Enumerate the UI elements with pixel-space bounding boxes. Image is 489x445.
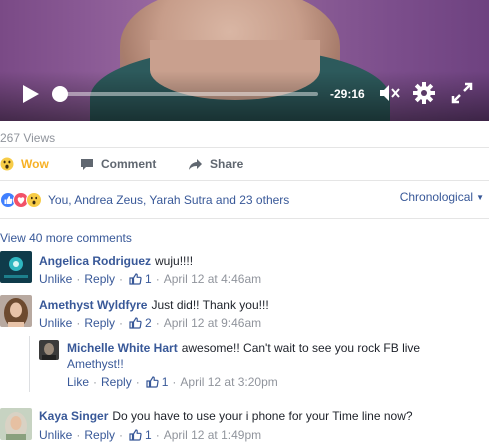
comment-timestamp[interactable]: April 12 at 3:20pm xyxy=(180,375,277,389)
avatar[interactable] xyxy=(0,251,32,283)
comment: Angelica Rodriguez wuju!!!! Unlike · Repl… xyxy=(0,251,489,291)
wow-icon xyxy=(26,192,42,208)
comment-text-mention[interactable]: Amethyst!! xyxy=(67,356,124,372)
avatar[interactable] xyxy=(0,408,32,440)
comment-timestamp[interactable]: April 12 at 1:49pm xyxy=(164,428,261,442)
separator: · xyxy=(76,272,81,286)
view-more-comments-link[interactable]: View 40 more comments xyxy=(0,231,132,245)
comment-timestamp[interactable]: April 12 at 4:46am xyxy=(164,272,261,286)
caret-down-icon: ▼ xyxy=(476,192,484,202)
comment-body: Kaya Singer Do you have to use your i pho… xyxy=(39,408,413,424)
comment-text: wuju!!!! xyxy=(155,254,194,268)
reply-comment: Michelle White Hart awesome!! Can't wait … xyxy=(0,340,489,392)
separator: · xyxy=(93,375,98,389)
like-count[interactable]: 1 xyxy=(145,272,152,286)
comment-meta: Unlike · Reply · 2 · April 12 at 9:46am xyxy=(39,316,261,330)
play-icon[interactable] xyxy=(22,84,40,104)
separator: · xyxy=(119,316,124,330)
divider xyxy=(0,218,489,219)
like-link[interactable]: Like xyxy=(67,375,89,389)
like-count[interactable]: 2 xyxy=(145,316,152,330)
sort-dropdown[interactable]: Chronological ▼ xyxy=(400,190,484,204)
separator: · xyxy=(119,272,124,286)
seek-bar[interactable] xyxy=(58,92,318,96)
comment-author[interactable]: Kaya Singer xyxy=(39,409,108,423)
action-bar: Wow Comment Share xyxy=(0,154,489,174)
view-count: 267 Views xyxy=(0,131,56,145)
separator: · xyxy=(155,316,160,330)
comment-author[interactable]: Michelle White Hart xyxy=(67,341,178,355)
comment-text: Do you have to use your i phone for your… xyxy=(112,409,413,423)
like-count-icon xyxy=(129,429,142,441)
separator: · xyxy=(172,375,177,389)
separator: · xyxy=(76,316,81,330)
avatar[interactable] xyxy=(0,295,32,327)
like-count-icon xyxy=(129,273,142,285)
comment-timestamp[interactable]: April 12 at 9:46am xyxy=(164,316,261,330)
wow-reaction-button[interactable]: Wow xyxy=(0,154,49,174)
mute-icon[interactable] xyxy=(378,82,400,104)
comment-meta: Unlike · Reply · 1 · April 12 at 1:49pm xyxy=(39,428,261,442)
comment-icon xyxy=(81,158,93,170)
comment: Amethyst Wyldfyre Just did!! Thank you!!!… xyxy=(0,295,489,335)
comment-author[interactable]: Angelica Rodriguez xyxy=(39,254,151,268)
separator: · xyxy=(119,428,124,442)
comment-meta: Unlike · Reply · 1 · April 12 at 4:46am xyxy=(39,272,261,286)
comment-text: awesome!! Can't wait to see you rock FB … xyxy=(181,341,421,355)
wow-label: Wow xyxy=(21,157,49,171)
unlike-link[interactable]: Unlike xyxy=(39,428,72,442)
comment-body: Amethyst Wyldfyre Just did!! Thank you!!! xyxy=(39,297,269,313)
sort-label: Chronological xyxy=(399,190,474,204)
comment-label: Comment xyxy=(101,157,157,171)
reply-link[interactable]: Reply xyxy=(84,272,115,286)
like-count-icon xyxy=(129,317,142,329)
comment-button[interactable]: Comment xyxy=(80,154,156,174)
reaction-names[interactable]: You, Andrea Zeus, Yarah Sutra and 23 oth… xyxy=(48,193,289,207)
time-remaining: -29:16 xyxy=(330,87,365,101)
fullscreen-icon[interactable] xyxy=(451,82,473,104)
reactions-summary[interactable]: You, Andrea Zeus, Yarah Sutra and 23 oth… xyxy=(0,190,489,210)
divider xyxy=(0,147,489,148)
like-count[interactable]: 1 xyxy=(162,375,169,389)
like-count-icon xyxy=(146,376,159,388)
video-player[interactable]: -29:16 xyxy=(0,0,489,121)
avatar[interactable] xyxy=(39,340,59,360)
wow-icon xyxy=(0,157,14,171)
share-arrow-icon xyxy=(189,158,202,170)
separator: · xyxy=(76,428,81,442)
unlike-link[interactable]: Unlike xyxy=(39,316,72,330)
reply-link[interactable]: Reply xyxy=(84,316,115,330)
comment-body: Angelica Rodriguez wuju!!!! xyxy=(39,253,193,269)
share-button[interactable]: Share xyxy=(188,154,243,174)
reply-link[interactable]: Reply xyxy=(84,428,115,442)
comment-meta: Like · Reply · 1 · April 12 at 3:20pm xyxy=(67,375,278,389)
comment-body: Michelle White Hart awesome!! Can't wait … xyxy=(67,340,420,356)
separator: · xyxy=(155,428,160,442)
unlike-link[interactable]: Unlike xyxy=(39,272,72,286)
divider xyxy=(0,180,489,181)
reply-link[interactable]: Reply xyxy=(101,375,132,389)
like-count[interactable]: 1 xyxy=(145,428,152,442)
comment-author[interactable]: Amethyst Wyldfyre xyxy=(39,298,147,312)
comment: Kaya Singer Do you have to use your i pho… xyxy=(0,408,489,445)
comment-text: Just did!! Thank you!!! xyxy=(151,298,269,312)
separator: · xyxy=(155,272,160,286)
separator: · xyxy=(135,375,140,389)
share-label: Share xyxy=(210,157,244,171)
reaction-icons xyxy=(0,192,42,208)
seek-handle[interactable] xyxy=(52,86,68,102)
gear-icon[interactable] xyxy=(413,82,435,104)
